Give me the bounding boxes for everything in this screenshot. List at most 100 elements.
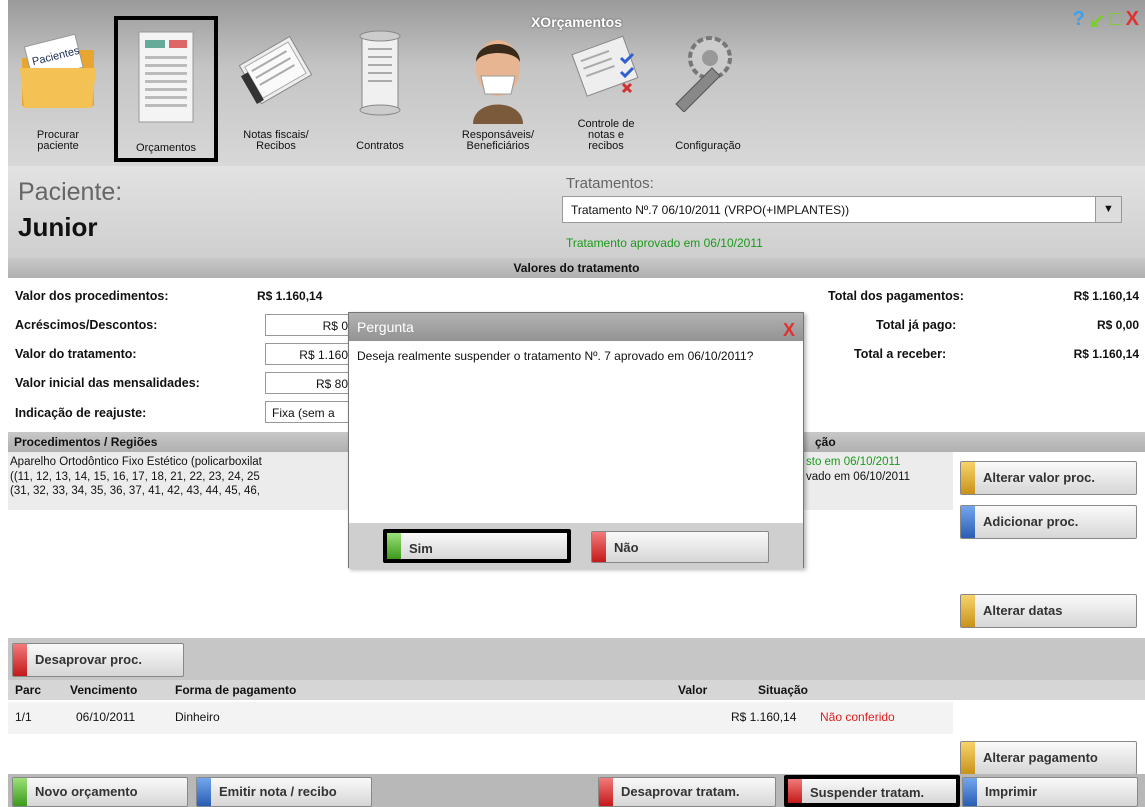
col-forma: Forma de pagamento	[175, 683, 297, 697]
treatment-select-value: Tratamento Nº.7 06/10/2011 (VRPO(+IMPLAN…	[571, 203, 850, 217]
payment-valor: R$ 1.160,14	[731, 710, 797, 724]
close-icon[interactable]: X	[783, 316, 795, 344]
button-label: Alterar datas	[983, 603, 1063, 618]
button-label: Adicionar proc.	[983, 514, 1079, 529]
button-label: Desaprovar tratam.	[621, 784, 740, 799]
button-label: Novo orçamento	[35, 784, 138, 799]
col-parc: Parc	[15, 683, 42, 697]
disapprove-procedure-button[interactable]: Desaprovar proc.	[12, 643, 184, 677]
treatment-value-label: Valor do tratamento:	[15, 347, 137, 361]
to-receive-label: Total a receber:	[854, 347, 947, 361]
procedure-line: ((11, 12, 13, 14, 15, 16, 17, 18, 21, 22…	[10, 470, 260, 483]
payment-row[interactable]	[8, 702, 953, 734]
tool-contratos[interactable]: Contratos	[330, 20, 430, 160]
col-situacao: Situação	[758, 683, 809, 697]
button-label: Suspender tratam.	[810, 785, 925, 800]
tool-label: Procurar paciente	[36, 129, 80, 152]
tool-procurar-paciente[interactable]: Pacientes Procurar paciente	[8, 20, 108, 160]
treatments-label: Tratamentos:	[566, 175, 654, 192]
dialog-title-bar[interactable]: Pergunta X	[349, 313, 803, 341]
procedure-text: Aparelho Ortodôntico Fixo Estético (poli…	[10, 455, 262, 499]
total-payments-label: Total dos pagamentos:	[828, 289, 964, 303]
monthly-label: Valor inicial das mensalidades:	[15, 376, 200, 390]
adjustment-select[interactable]: Fixa (sem a	[265, 401, 355, 423]
dialog-title: Pergunta	[357, 319, 414, 335]
payment-forma: Dinheiro	[175, 710, 220, 724]
tool-label: Controle de notas e recibos	[577, 118, 635, 152]
tool-controle-notas[interactable]: Controle de notas e recibos	[556, 20, 656, 160]
checklist-icon	[571, 35, 639, 97]
treatment-value-input[interactable]: R$ 1.160	[265, 343, 355, 365]
print-button[interactable]: Imprimir	[962, 777, 1138, 807]
wrench-gear-icon	[675, 36, 732, 112]
tool-label: Responsáveis/ Beneficiários	[461, 129, 535, 152]
acresc-label: Acréscimos/Descontos:	[15, 318, 158, 332]
tool-label: Orçamentos	[136, 142, 196, 154]
patient-name: Junior	[18, 212, 98, 242]
treatment-select[interactable]: Tratamento Nº.7 06/10/2011 (VRPO(+IMPLAN…	[562, 196, 1122, 223]
procedures-header-label: Procedimentos / Regiões	[14, 435, 158, 449]
procedure-status-line: sto em 06/10/2011	[806, 456, 901, 468]
payment-venc: 06/10/2011	[76, 710, 136, 724]
procedure-line: (31, 32, 33, 34, 35, 36, 37, 41, 42, 43,…	[10, 485, 260, 497]
help-icon[interactable]: ?	[1073, 8, 1085, 33]
chevron-down-icon[interactable]: ▼	[1095, 197, 1121, 222]
button-label: Alterar valor proc.	[983, 470, 1095, 485]
button-label: Emitir nota / recibo	[219, 784, 337, 799]
button-label: Desaprovar proc.	[35, 652, 142, 667]
status-header-label: ção	[815, 435, 836, 449]
monthly-input[interactable]: R$ 80	[265, 372, 355, 394]
yes-button[interactable]: Sim	[383, 529, 571, 563]
folder-icon: Pacientes	[20, 33, 96, 108]
tool-orcamentos[interactable]: Orçamentos	[114, 16, 218, 162]
adjustment-label: Indicação de reajuste:	[15, 406, 147, 420]
receipts-icon	[238, 35, 313, 105]
proc-value-label: Valor dos procedimentos:	[15, 289, 169, 303]
button-label: Alterar pagamento	[983, 750, 1098, 765]
no-button[interactable]: Não	[591, 531, 769, 563]
person-mask-icon	[473, 40, 523, 124]
budget-sheet-icon	[138, 31, 194, 123]
button-label: Imprimir	[985, 784, 1038, 799]
total-payments-value: R$ 1.160,14	[1073, 289, 1139, 303]
button-label: Sim	[409, 541, 433, 556]
tool-responsaveis[interactable]: Responsáveis/ Beneficiários	[448, 20, 548, 160]
patient-label: Paciente:	[18, 178, 123, 206]
toolbar: X Orçamentos ? ↙ □ X Pacientes Procurar p…	[8, 0, 1145, 166]
window-controls: ? ↙ □ X	[1073, 8, 1139, 33]
tool-label: Configuração	[675, 140, 741, 152]
values-header: Valores do tratamento	[8, 258, 1145, 278]
tool-configuracao[interactable]: Configuração	[658, 20, 758, 160]
suspend-treatment-button[interactable]: Suspender tratam.	[784, 775, 960, 807]
emit-receipt-button[interactable]: Emitir nota / recibo	[196, 777, 372, 807]
contract-scroll-icon	[359, 30, 401, 116]
payment-parc: 1/1	[15, 710, 32, 724]
tool-label: Notas fiscais/ Recibos	[243, 129, 309, 152]
paid-value: R$ 0,00	[1096, 318, 1139, 332]
procedure-line: Aparelho Ortodôntico Fixo Estético (poli…	[10, 456, 262, 468]
proc-value: R$ 1.160,14	[257, 289, 323, 303]
acresc-input[interactable]: R$ 0	[265, 314, 355, 336]
payment-status: Não conferido	[820, 710, 895, 724]
alter-dates-button[interactable]: Alterar datas	[960, 594, 1137, 628]
alter-value-button[interactable]: Alterar valor proc.	[960, 461, 1137, 495]
procedure-status: sto em 06/10/2011 vado em 06/10/2011	[806, 455, 910, 485]
close-icon[interactable]: X	[1126, 8, 1139, 33]
alter-payment-button[interactable]: Alterar pagamento	[960, 741, 1137, 775]
add-procedure-button[interactable]: Adicionar proc.	[960, 505, 1137, 539]
disapprove-treatment-button[interactable]: Desaprovar tratam.	[598, 777, 776, 807]
button-label: Não	[614, 540, 639, 555]
col-vencimento: Vencimento	[70, 683, 138, 697]
treatment-status: Tratamento aprovado em 06/10/2011	[566, 236, 763, 250]
tool-notas-fiscais[interactable]: Notas fiscais/ Recibos	[226, 20, 326, 160]
maximize-icon[interactable]: □	[1110, 8, 1122, 33]
minimize-icon[interactable]: ↙	[1089, 8, 1106, 33]
dialog-message: Deseja realmente suspender o tratamento …	[357, 349, 754, 363]
procedure-status-line: vado em 06/10/2011	[806, 471, 911, 483]
new-budget-button[interactable]: Novo orçamento	[12, 777, 188, 807]
paid-label: Total já pago:	[876, 318, 957, 332]
to-receive-value: R$ 1.160,14	[1073, 347, 1139, 361]
col-valor: Valor	[678, 683, 708, 697]
confirm-dialog: Pergunta X Deseja realmente suspender o …	[348, 312, 804, 569]
dialog-footer: Sim Não	[349, 523, 803, 569]
